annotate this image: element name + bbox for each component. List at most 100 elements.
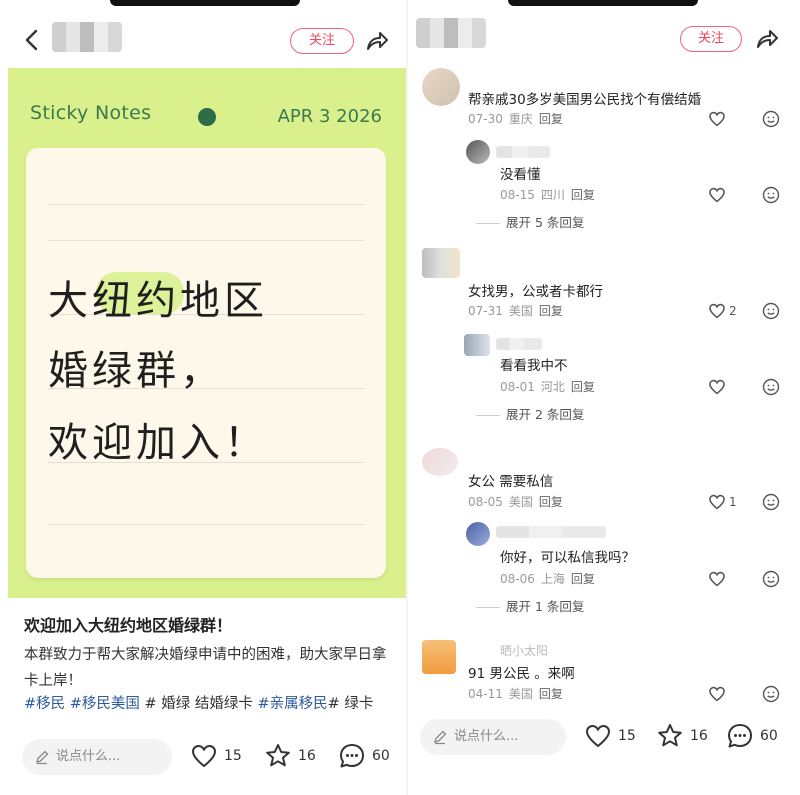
reply-button[interactable]: 回复 <box>539 495 563 509</box>
tag-link[interactable]: #移民美国 <box>70 696 140 712</box>
post-detail-pane: 关注 Sticky Notes APR 3 2026 大纽约地区 婚绿群， 欢迎… <box>0 0 408 795</box>
comment-like[interactable] <box>708 378 726 396</box>
post-tags: #移民 #移民美国 # 婚绿 结婚绿卡 #亲属移民# 绿卡 <box>24 694 373 714</box>
follow-button[interactable]: 关注 <box>290 28 354 54</box>
smiley-icon[interactable] <box>762 110 780 128</box>
chevron-left-icon[interactable] <box>18 26 46 54</box>
commenter-name[interactable] <box>496 526 606 538</box>
pencil-icon <box>36 750 49 765</box>
comment-like[interactable] <box>708 110 726 128</box>
comment-meta: 07-30 重庆 回复 <box>468 112 563 126</box>
comment-input-placeholder: 说点什么... <box>56 749 121 764</box>
comment-like[interactable] <box>708 186 726 204</box>
speech-bubble-icon <box>728 724 752 748</box>
star-count: 16 <box>298 748 316 764</box>
follow-button[interactable]: 关注 <box>680 26 742 52</box>
phone-notch <box>508 0 698 6</box>
star-button[interactable]: 16 <box>264 739 316 773</box>
commenter-avatar[interactable] <box>466 140 490 164</box>
expand-replies[interactable]: 展开 1 条回复 <box>476 596 584 615</box>
star-count: 16 <box>690 728 708 744</box>
comment-input[interactable]: 说点什么... <box>420 719 566 755</box>
post-top-bar: 关注 <box>0 0 408 70</box>
comment-like-count: 1 <box>729 495 737 509</box>
commenter-avatar[interactable] <box>464 334 490 356</box>
reply-button[interactable]: 回复 <box>571 380 595 394</box>
reply-button[interactable]: 回复 <box>539 304 563 318</box>
reply-button[interactable]: 回复 <box>571 572 595 586</box>
smiley-icon[interactable] <box>762 378 780 396</box>
comment-text: 91 男公民 。来啊 <box>468 666 575 682</box>
heart-icon <box>709 187 725 203</box>
comment-meta: 08-06 上海 回复 <box>500 572 595 586</box>
comment-button[interactable]: 60 <box>338 739 390 773</box>
commenter-avatar[interactable] <box>466 522 490 546</box>
share-arrow-icon[interactable] <box>754 26 780 52</box>
heart-icon <box>709 571 725 587</box>
smiley-icon[interactable] <box>762 186 780 204</box>
post-image[interactable]: Sticky Notes APR 3 2026 大纽约地区 婚绿群， 欢迎加入！ <box>8 68 406 598</box>
tag-link[interactable]: #移民 <box>24 696 65 712</box>
reply-button[interactable]: 回复 <box>539 687 563 701</box>
comment-like[interactable]: 1 <box>708 493 737 511</box>
commenter-avatar[interactable] <box>422 248 460 278</box>
like-count: 15 <box>224 748 242 764</box>
smiley-icon[interactable] <box>762 493 780 511</box>
share-arrow-icon[interactable] <box>364 28 390 54</box>
note-line-3: 欢迎加入！ <box>48 420 268 466</box>
commenter-name[interactable]: 晒小太阳 <box>500 642 548 659</box>
commenter-avatar[interactable] <box>422 448 458 476</box>
commenter-name[interactable] <box>496 146 550 158</box>
heart-icon <box>709 686 725 702</box>
tag-text[interactable]: # 婚绿 结婚绿卡 <box>145 696 253 712</box>
note-line-2: 婚绿群， <box>48 348 224 394</box>
heart-icon <box>191 744 217 768</box>
tag-link[interactable]: #亲属移民 <box>258 696 328 712</box>
smiley-icon[interactable] <box>762 570 780 588</box>
author-avatar[interactable] <box>416 18 486 48</box>
bottom-action-bar: 说点什么... 15 16 60 <box>408 709 800 795</box>
heart-icon <box>709 303 725 319</box>
note-pin-dot <box>198 108 216 126</box>
tag-text[interactable]: # 绿卡 <box>328 696 374 712</box>
paper-rule <box>48 204 364 205</box>
paper-rule <box>48 240 364 241</box>
comment-meta: 08-15 四川 回复 <box>500 188 595 202</box>
bottom-action-bar: 说点什么... 15 16 60 <box>0 725 408 795</box>
paper-rule <box>48 524 364 525</box>
comment-text: 帮亲戚30多岁美国男公民找个有偿结婚 <box>468 92 702 108</box>
like-button[interactable]: 15 <box>584 719 636 753</box>
heart-icon <box>709 111 725 127</box>
comment-like[interactable] <box>708 685 726 703</box>
phone-notch <box>110 0 300 6</box>
post-title: 欢迎加入大纽约地区婚绿群！ <box>24 616 233 635</box>
note-date: APR 3 2026 <box>277 106 382 127</box>
note-header: Sticky Notes <box>30 102 152 124</box>
comment-text: 你好，可以私信我吗？ <box>500 550 635 566</box>
like-button[interactable]: 15 <box>190 739 242 773</box>
like-count: 15 <box>618 728 636 744</box>
comment-button[interactable]: 60 <box>726 719 778 753</box>
expand-replies[interactable]: 展开 5 条回复 <box>476 212 584 231</box>
comment-meta: 07-31 美国 回复 <box>468 304 563 318</box>
smiley-icon[interactable] <box>762 302 780 320</box>
star-icon <box>658 724 682 747</box>
comment-like[interactable] <box>708 570 726 588</box>
reply-button[interactable]: 回复 <box>539 112 563 126</box>
post-body: 本群致力于帮大家解决婚绿申请中的困难，助大家早日拿卡上岸！ <box>24 647 387 689</box>
star-button[interactable]: 16 <box>656 719 708 753</box>
comment-input[interactable]: 说点什么... <box>22 739 172 775</box>
commenter-avatar[interactable] <box>422 640 456 674</box>
comments-pane: 关注 帮亲戚30多岁美国男公民找个有偿结婚 07-30 重庆 回复 没看懂 08-1… <box>408 0 800 795</box>
comment-meta: 08-05 美国 回复 <box>468 495 563 509</box>
author-avatar[interactable] <box>52 22 122 52</box>
comment-text: 看看我中不 <box>500 358 568 374</box>
comment-meta: 04-11 美国 回复 <box>468 687 563 701</box>
smiley-icon[interactable] <box>762 685 780 703</box>
reply-button[interactable]: 回复 <box>571 188 595 202</box>
comment-count: 60 <box>372 748 390 764</box>
expand-replies[interactable]: 展开 2 条回复 <box>476 404 584 423</box>
commenter-avatar[interactable] <box>422 68 460 106</box>
commenter-name[interactable] <box>496 338 542 350</box>
comment-like[interactable]: 2 <box>708 302 737 320</box>
